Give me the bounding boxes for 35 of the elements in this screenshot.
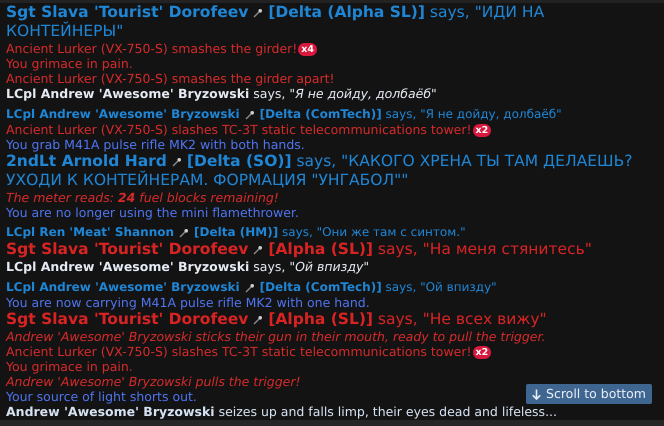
info-message: You are no longer using the mini flamethrower. [6, 205, 299, 220]
repeat-count-badge: x4 [298, 43, 318, 56]
info-message: You are now carrying M41A pulse rifle MK2 with one hand. [6, 295, 370, 310]
speech-message: LCpl Andrew 'Awesome' Bryzowski says, "Я не дойду, долбаёб" [6, 86, 437, 102]
info-message: You grab M41A pulse rifle MK2 with both hands. [6, 137, 305, 152]
warning-message: Ancient Lurker (VX-750-S) smashes the girder apart! [6, 71, 335, 86]
warning-message: Ancient Lurker (VX-750-S) smashes the girder! [6, 41, 298, 56]
radio-message: Sgt Slava 'Tourist' Dorofeev [Delta (Alpha SL)] says, "ИДИ НА КОНТЕЙНЕРЫ" [6, 3, 544, 40]
microphone-icon [172, 156, 182, 167]
warning-message: Ancient Lurker (VX-750-S) slashes TC-3T static telecommunications tower! [6, 122, 472, 138]
microphone-icon [253, 314, 264, 325]
radio-message: Sgt Slava 'Tourist' Dorofeev [Alpha (SL)] says, "На меня стянитесь" [6, 240, 592, 258]
radio-message: LCpl Andrew 'Awesome' Bryzowski [Delta (ComTech)] says, "Я не дойду, долбаёб" [6, 107, 562, 122]
radio-message: 2ndLt Arnold Hard [Delta (SO)] says, "КАКОГО ХРЕНА ТЫ ТАМ ДЕЛАЕШЬ? УХОДИ К КОНТЕЙНЕРАМ. ФОРМАЦИЯ "УНГАБОЛ"" [6, 152, 632, 190]
microphone-icon [244, 282, 255, 293]
repeat-count-badge: x2 [472, 346, 492, 360]
microphone-icon [253, 244, 264, 255]
warning-message: Ancient Lurker (VX-750-S) slashes TC-3T static telecommunications tower! [6, 344, 472, 360]
info-message: Your source of light shorts out. [6, 389, 197, 404]
radio-message: Sgt Slava 'Tourist' Dorofeev [Alpha (SL)] says, "Не всех вижу" [6, 310, 547, 328]
down-arrow-icon [532, 388, 542, 400]
warning-message: Andrew 'Awesome' Bryzowski pulls the trigger! [6, 374, 301, 390]
microphone-icon [179, 228, 190, 238]
warning-message: You grimace in pain. [6, 56, 133, 72]
warning-message: Andrew 'Awesome' Bryzowski sticks their gun in their mouth, ready to pull the trigger. [6, 329, 546, 344]
microphone-icon [244, 110, 255, 120]
death-message: Andrew 'Awesome' Bryzowski seizes up and falls limp, their eyes dead and lifeless... [6, 404, 557, 420]
warning-message: The meter reads: 24 fuel blocks remaining! [6, 190, 279, 206]
warning-message: You grimace in pain. [6, 359, 133, 374]
microphone-icon [253, 8, 264, 18]
repeat-count-badge: x2 [472, 124, 492, 138]
scroll-to-bottom-button[interactable]: Scroll to bottom [526, 384, 652, 404]
radio-message: LCpl Ren 'Meat' Shannon [Delta (HM)] says, "Они же там с синтом." [6, 225, 466, 240]
radio-message: LCpl Andrew 'Awesome' Bryzowski [Delta (ComTech)] says, "Ой впизду" [6, 280, 497, 294]
speech-message: LCpl Andrew 'Awesome' Bryzowski says, "Ой впизду" [6, 259, 370, 274]
